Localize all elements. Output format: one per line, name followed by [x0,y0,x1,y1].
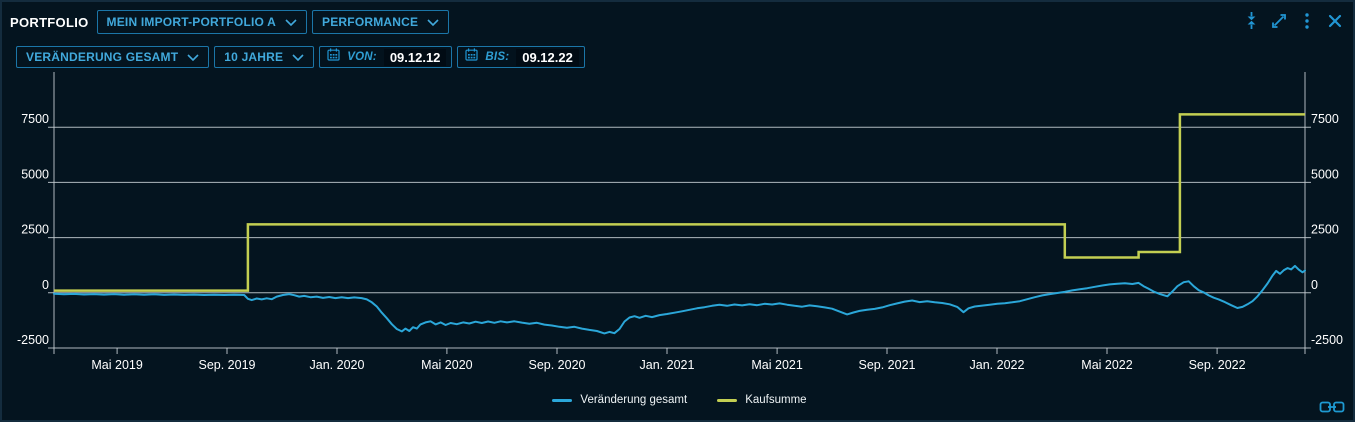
series-kaufsumme [54,114,1305,290]
metric-dropdown-label: VERÄNDERUNG GESAMT [26,50,178,64]
portfolio-dropdown[interactable]: MEIN IMPORT-PORTFOLIO A [97,10,307,34]
svg-text:Jan. 2020: Jan. 2020 [310,358,365,372]
link-button[interactable] [1318,400,1346,416]
svg-text:5000: 5000 [21,167,49,181]
performance-chart: -2500 -2500 0 0 2500 2500 5000 5000 7500 7500 Mai … [2,72,1355,378]
svg-text:2500: 2500 [1311,223,1339,237]
date-from-value[interactable]: 09.12.12 [384,49,447,66]
close-icon [1328,14,1342,31]
date-from-label: VON: [347,51,377,63]
legend-item-label: Veränderung gesamt [580,394,687,406]
legend-dash-icon [552,399,572,402]
legend-dash-icon [717,399,737,402]
chart-legend: Veränderung gesamt Kaufsumme [2,390,1355,410]
chevron-down-icon [427,15,439,29]
legend-item[interactable]: Veränderung gesamt [552,394,687,406]
portfolio-widget: PORTFOLIO MEIN IMPORT-PORTFOLIO A PERFOR… [0,0,1355,422]
view-dropdown-label: PERFORMANCE [322,15,418,29]
date-to-label: BIS: [485,51,509,63]
kebab-menu-icon [1304,12,1310,33]
svg-text:Mai 2019: Mai 2019 [91,358,142,372]
chevron-down-icon [187,50,199,64]
portfolio-dropdown-label: MEIN IMPORT-PORTFOLIO A [107,15,276,29]
svg-text:0: 0 [1311,278,1318,292]
menu-button[interactable] [1295,10,1319,34]
svg-text:Sep. 2021: Sep. 2021 [859,358,916,372]
series-veraenderung-gesamt [54,266,1305,334]
close-button[interactable] [1323,10,1347,34]
svg-text:5000: 5000 [1311,167,1339,181]
metric-dropdown[interactable]: VERÄNDERUNG GESAMT [16,46,209,68]
range-dropdown-label: 10 JAHRE [224,50,283,64]
collapse-button[interactable] [1239,10,1263,34]
date-to-value[interactable]: 09.12.22 [516,49,579,66]
date-from-picker[interactable]: VON: 09.12.12 [319,46,452,68]
svg-text:Mai 2021: Mai 2021 [751,358,802,372]
svg-text:Sep. 2019: Sep. 2019 [199,358,256,372]
chevron-down-icon [285,15,297,29]
svg-text:Mai 2020: Mai 2020 [421,358,472,372]
widget-title: PORTFOLIO [10,15,89,30]
window-controls [1239,10,1347,34]
svg-text:7500: 7500 [21,112,49,126]
chain-link-icon [1319,402,1345,417]
svg-text:-2500: -2500 [1311,333,1343,347]
calendar-icon [465,48,478,66]
date-to-picker[interactable]: BIS: 09.12.22 [457,46,584,68]
svg-text:Sep. 2020: Sep. 2020 [529,358,586,372]
svg-text:0: 0 [42,278,49,292]
svg-text:-2500: -2500 [17,333,49,347]
svg-text:7500: 7500 [1311,112,1339,126]
svg-text:Jan. 2022: Jan. 2022 [970,358,1025,372]
performance-chart-svg: -2500 -2500 0 0 2500 2500 5000 5000 7500 7500 Mai … [2,72,1355,378]
legend-item-label: Kaufsumme [745,394,806,406]
chevron-down-icon [292,50,304,64]
legend-item[interactable]: Kaufsumme [717,394,806,406]
chart-toolbar: VERÄNDERUNG GESAMT 10 JAHRE [16,46,585,68]
view-dropdown[interactable]: PERFORMANCE [312,10,449,34]
range-dropdown[interactable]: 10 JAHRE [214,46,314,68]
collapse-vertical-icon [1244,11,1259,33]
expand-button[interactable] [1267,10,1291,34]
svg-text:Jan. 2021: Jan. 2021 [640,358,695,372]
calendar-icon [327,48,340,66]
svg-text:Mai 2022: Mai 2022 [1081,358,1132,372]
svg-text:Sep. 2022: Sep. 2022 [1189,358,1246,372]
widget-header: PORTFOLIO MEIN IMPORT-PORTFOLIO A PERFOR… [10,10,1349,34]
expand-diagonal-icon [1270,12,1288,33]
x-ticks: Mai 2019 Sep. 2019 Jan. 2020 Mai 2020 Sep. 2… [91,348,1245,372]
svg-text:2500: 2500 [21,223,49,237]
